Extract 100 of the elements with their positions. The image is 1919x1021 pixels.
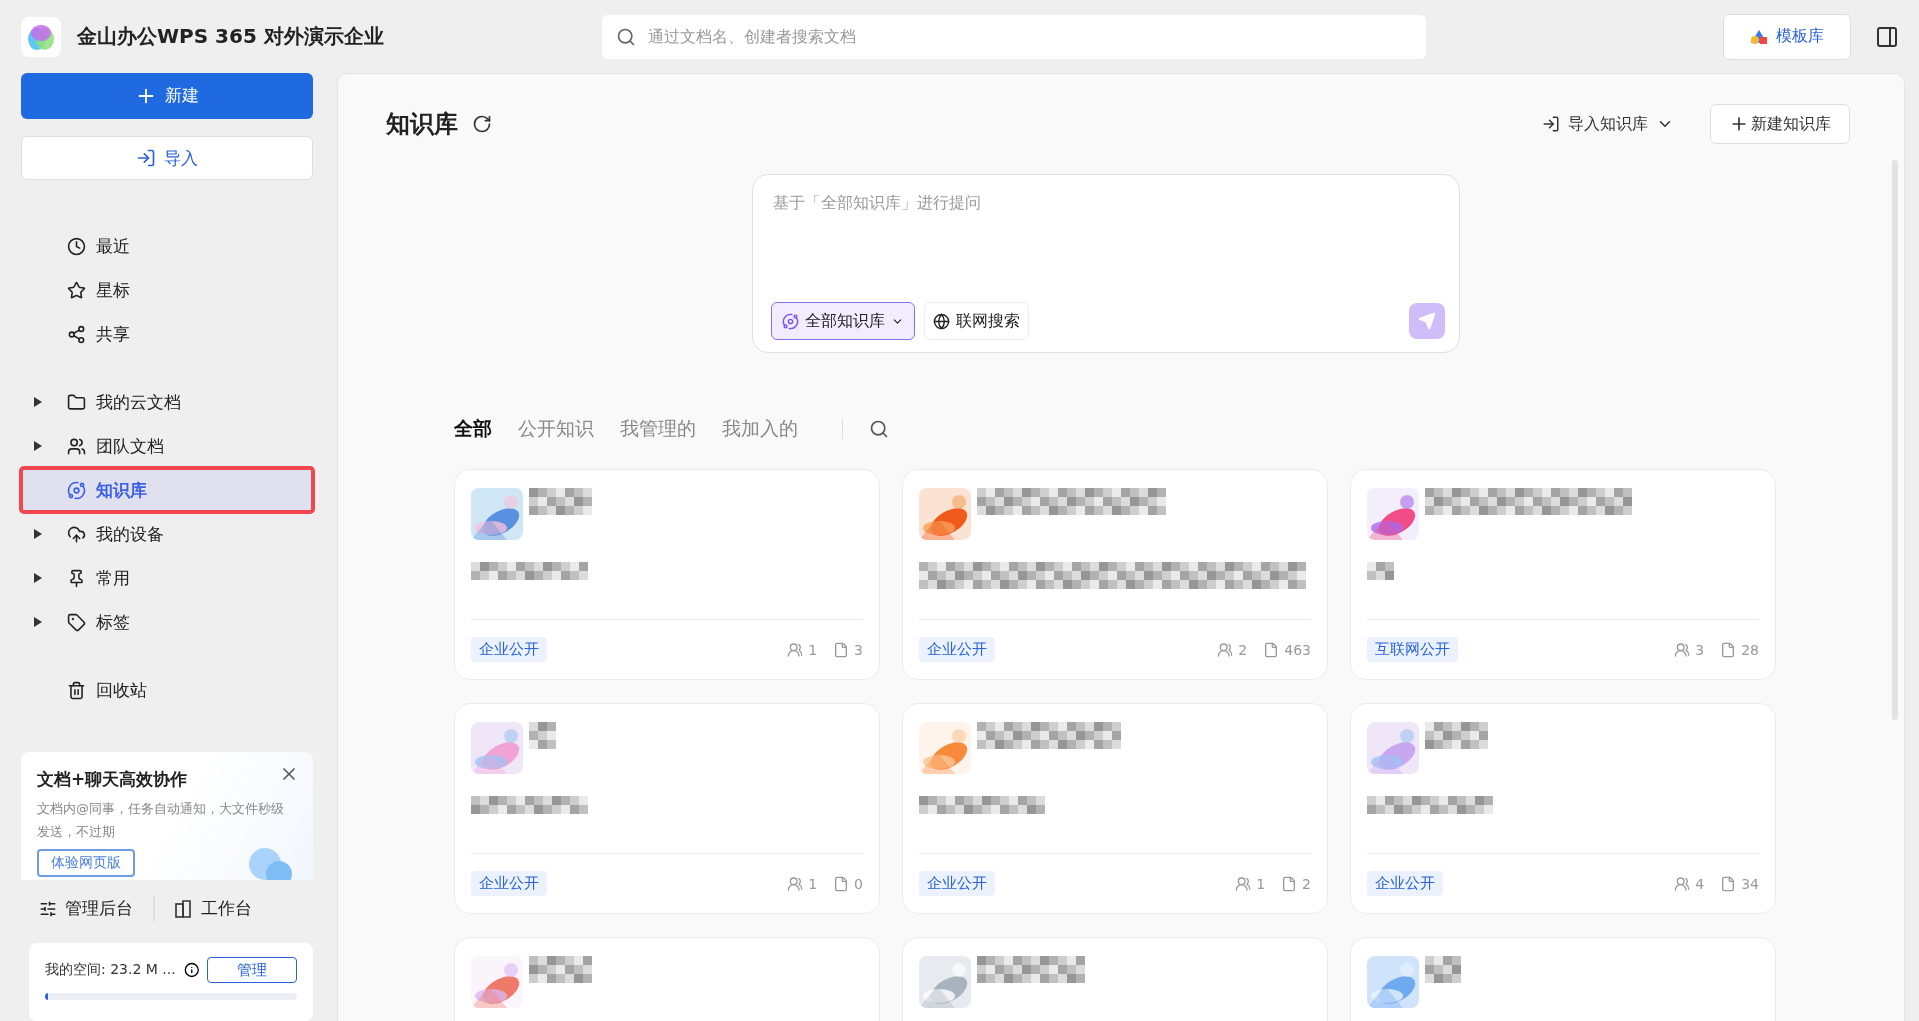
redacted-text [529, 722, 556, 749]
import-kb-dropdown[interactable]: 导入知识库 [1536, 112, 1680, 136]
document-count: 28 [1720, 641, 1759, 658]
member-count: 1 [1235, 875, 1266, 892]
template-library-button[interactable]: 模板库 [1723, 13, 1851, 60]
send-icon [1418, 312, 1436, 330]
document-count: 34 [1720, 875, 1759, 892]
document-icon [1720, 875, 1737, 892]
knowledge-card[interactable]: 企业公开 1 2 [902, 703, 1328, 914]
nav-item[interactable]: 最近 [21, 224, 313, 269]
visibility-tag: 企业公开 [471, 871, 547, 896]
clock-icon [67, 236, 86, 256]
pin-icon [67, 568, 86, 588]
people-icon [67, 436, 86, 456]
manage-button[interactable]: 管理 [207, 957, 297, 984]
question-box[interactable]: 基于「全部知识库」进行提问 全部知识库 联网搜索 [752, 174, 1460, 353]
caret-icon[interactable] [33, 617, 43, 628]
document-count: 3 [833, 641, 863, 658]
nav-item[interactable]: 星标 [21, 268, 313, 313]
visibility-tag: 企业公开 [919, 871, 995, 896]
caret-icon[interactable] [33, 573, 43, 584]
app-logo [21, 16, 61, 57]
member-count: 2 [1217, 641, 1248, 658]
app-title: 金山办公WPS 365 对外演示企业 [77, 23, 385, 50]
new-button[interactable]: 新建 [21, 73, 313, 119]
people-icon [1217, 641, 1234, 658]
member-count: 1 [787, 875, 818, 892]
scope-selector[interactable]: 全部知识库 [771, 302, 915, 340]
star-icon [67, 280, 86, 300]
people-icon [1235, 875, 1252, 892]
redacted-text [1425, 722, 1488, 749]
workbench-link[interactable]: 工作台 [175, 897, 252, 921]
document-icon [1281, 875, 1298, 892]
people-icon [1674, 875, 1691, 892]
search-field[interactable]: 通过文档名、创建者搜索文档 [602, 14, 1426, 59]
nav-item[interactable]: 常用 [21, 556, 313, 601]
nav-item[interactable]: 回收站 [21, 668, 313, 713]
member-count: 3 [1674, 641, 1705, 658]
member-count: 1 [787, 641, 818, 658]
caret-icon[interactable] [33, 441, 43, 452]
nav-item[interactable]: 我的设备 [21, 512, 313, 557]
storage-label: 我的空间: 23.2 M ... [45, 961, 176, 980]
tag-icon [67, 612, 86, 632]
import-icon [136, 148, 156, 169]
people-icon [1674, 641, 1691, 658]
document-icon [1263, 641, 1280, 658]
shapes-icon [1750, 28, 1768, 45]
knowledge-card[interactable]: 互联网公开 3 28 [1350, 469, 1776, 680]
import-button[interactable]: 导入 [21, 135, 313, 181]
search-icon[interactable] [869, 419, 889, 439]
admin-link[interactable]: 管理后台 [39, 897, 133, 921]
people-icon [787, 641, 804, 658]
nav-item[interactable]: 团队文档 [21, 424, 313, 469]
page-title: 知识库 [386, 109, 458, 140]
redacted-text [529, 956, 592, 983]
redacted-text [1425, 956, 1461, 983]
promo-text: 文档内@同事，任务自动通知，大文件秒级发送，不过期 [37, 800, 285, 842]
document-icon [833, 641, 850, 658]
knowledge-card[interactable]: 企业公开 4 34 [1350, 703, 1776, 914]
import-icon [1542, 115, 1560, 133]
knowledge-card[interactable]: 企业公开 1 0 [454, 703, 880, 914]
filter-tab[interactable]: 全部 [454, 416, 492, 442]
building-icon [175, 899, 193, 918]
nav-item[interactable]: 我的云文档 [21, 380, 313, 425]
search-input[interactable]: 通过文档名、创建者搜索文档 [646, 26, 1412, 47]
globe-icon [933, 312, 950, 330]
document-icon [833, 875, 850, 892]
share-icon [67, 324, 86, 344]
document-icon [1720, 641, 1737, 658]
nav-item[interactable]: 共享 [21, 312, 313, 357]
caret-icon[interactable] [33, 529, 43, 540]
redacted-text [1367, 562, 1394, 580]
promo-title: 文档+聊天高效协作 [37, 768, 189, 792]
cloud-upload-icon [67, 524, 86, 544]
nav-item[interactable]: 标签 [21, 600, 313, 645]
member-count: 4 [1674, 875, 1705, 892]
knowledge-card[interactable]: 企业公开 1 3 [454, 469, 880, 680]
redacted-text [529, 488, 592, 515]
document-count: 0 [833, 875, 863, 892]
new-kb-button[interactable]: 新建知识库 [1710, 104, 1850, 144]
try-web-button[interactable]: 体验网页版 [37, 849, 135, 878]
search-icon [616, 26, 636, 47]
orbit-icon [67, 480, 86, 500]
sliders-icon [39, 899, 57, 918]
visibility-tag: 企业公开 [471, 637, 547, 662]
people-icon [787, 875, 804, 892]
trash-icon [67, 680, 86, 700]
web-search-toggle[interactable]: 联网搜索 [924, 302, 1029, 340]
refresh-icon[interactable] [472, 114, 492, 134]
visibility-tag: 企业公开 [919, 637, 995, 662]
folder-icon [67, 392, 86, 412]
document-count: 2 [1281, 875, 1311, 892]
orbit-icon [782, 312, 799, 330]
visibility-tag: 企业公开 [1367, 871, 1443, 896]
panel-toggle-icon[interactable] [1875, 24, 1899, 49]
nav-item[interactable]: 知识库 [21, 468, 313, 513]
visibility-tag: 互联网公开 [1367, 637, 1458, 662]
knowledge-card[interactable]: 企业公开 2 463 [902, 469, 1328, 680]
info-icon[interactable] [183, 962, 200, 979]
caret-icon[interactable] [33, 397, 43, 408]
